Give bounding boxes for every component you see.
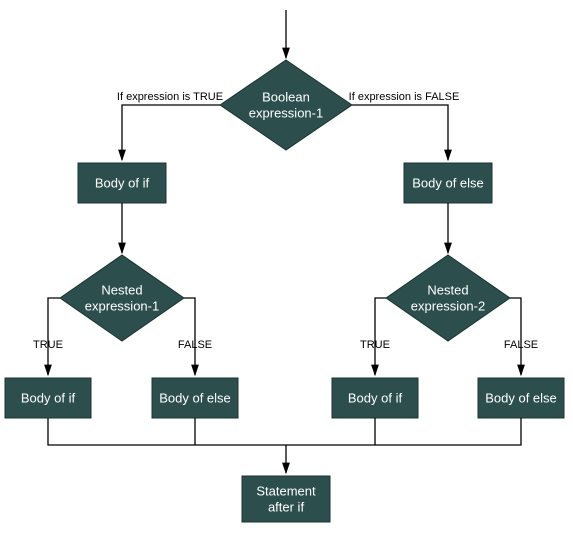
statement-after-label-1: Statement [256,484,316,499]
edge-root-true-label: If expression is TRUE [117,91,223,103]
edge-n2-true [375,298,386,375]
nested-decision-2: Nested expression-2 [386,255,510,341]
n1-body-of-else-label: Body of else [159,391,231,406]
n2-body-of-else: Body of else [478,378,564,418]
merge-n2false [286,418,521,445]
edge-n1-false-label: FALSE [178,339,212,351]
edge-n2-false-label: FALSE [504,339,538,351]
edge-root-true [122,105,220,160]
nested-decision-1: Nested expression-1 [60,255,184,341]
edge-n1-true [48,298,60,375]
n2-body-of-else-label: Body of else [485,391,557,406]
edge-root-false-label: If expression is FALSE [349,91,460,103]
statement-after-if: Statement after if [242,476,330,522]
nested1-label-1: Nested [101,283,142,298]
body-of-if: Body of if [78,163,166,203]
body-of-if-label: Body of if [95,176,150,191]
body-of-else: Body of else [404,163,492,203]
nested2-label-1: Nested [427,283,468,298]
root-decision: Boolean expression-1 [220,60,352,150]
edge-root-false [352,105,448,160]
edge-n1-true-label: TRUE [33,339,63,351]
nested2-label-2: expression-2 [411,299,485,314]
nested1-label-2: expression-1 [85,299,159,314]
root-decision-label-2: expression-1 [249,106,323,121]
edge-n2-true-label: TRUE [360,339,390,351]
n1-body-of-if: Body of if [5,378,91,418]
n2-body-of-if: Body of if [332,378,418,418]
statement-after-label-2: after if [268,500,305,515]
merge-n1true [48,418,286,445]
n1-body-of-if-label: Body of if [21,391,76,406]
n2-body-of-if-label: Body of if [348,391,403,406]
edge-n1-false [184,298,195,375]
n1-body-of-else: Body of else [152,378,238,418]
root-decision-label-1: Boolean [262,90,310,105]
edge-n2-false [510,298,521,375]
body-of-else-label: Body of else [412,176,484,191]
flowchart: Boolean expression-1 If expression is TR… [0,0,573,539]
